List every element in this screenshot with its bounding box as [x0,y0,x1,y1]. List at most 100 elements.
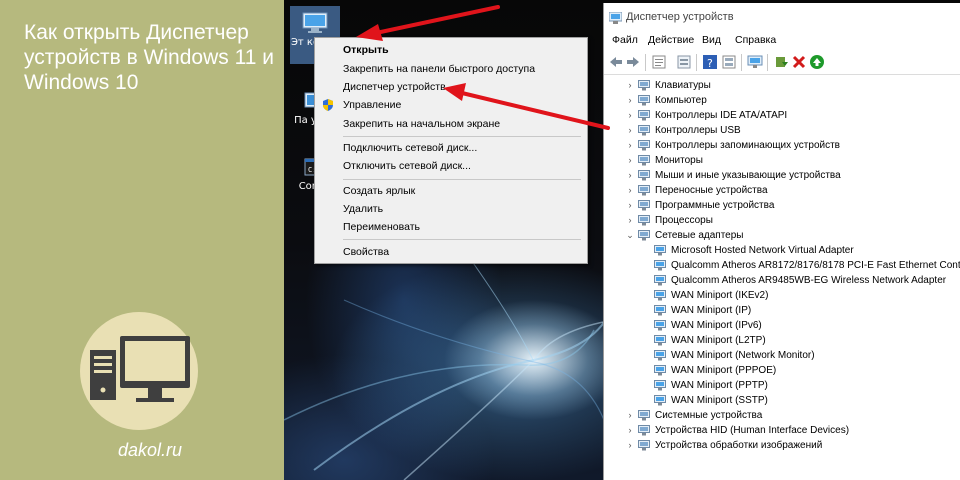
svg-text:?: ? [707,57,713,70]
tree-device[interactable]: WAN Miniport (PPPOE) [604,363,960,378]
network-adapter-icon [654,380,666,391]
tree-category[interactable]: › Контроллеры запоминающих устройств [604,138,960,153]
menu-item-open[interactable]: Открыть [315,41,587,59]
tree-item-label: Процессоры [655,215,713,226]
tree-category[interactable]: › Клавиатуры [604,78,960,93]
tree-category[interactable]: › Процессоры [604,213,960,228]
network-adapter-icon [654,350,666,361]
menu-item-disconnect-network-drive[interactable]: Отключить сетевой диск... [315,157,587,175]
tree-category[interactable]: › Системные устройства [604,408,960,423]
back-icon[interactable] [608,54,624,70]
device-category-icon [638,80,650,91]
tree-item-label: Контроллеры IDE ATA/ATAPI [655,110,788,121]
tree-device[interactable]: WAN Miniport (IPv6) [604,318,960,333]
tree-category[interactable]: › Программные устройства [604,198,960,213]
menu-item-rename[interactable]: Переименовать [315,218,587,236]
tree-item-label: WAN Miniport (IKEv2) [671,290,769,301]
device-category-icon [638,155,650,166]
tree-device[interactable]: WAN Miniport (IKEv2) [604,288,960,303]
menu-item-delete[interactable]: Удалить [315,200,587,218]
menu-item-pin-start[interactable]: Закрепить на начальном экране [315,115,587,133]
tree-item-label: Qualcomm Atheros AR8172/8176/8178 PCI-E … [671,260,960,271]
device-category-icon [638,215,650,226]
network-adapter-icon [654,305,666,316]
network-adapter-icon [654,365,666,376]
help-icon[interactable]: ? [702,54,718,70]
tree-item-label: WAN Miniport (Network Monitor) [671,350,815,361]
tree-category[interactable]: › Контроллеры IDE ATA/ATAPI [604,108,960,123]
window-titlebar[interactable]: Диспетчер устройств [604,3,960,31]
properties-icon[interactable] [651,54,667,70]
chevron-right-icon[interactable]: › [625,138,635,153]
tree-category[interactable]: › Переносные устройства [604,183,960,198]
device-category-icon [638,95,650,106]
menu-action[interactable]: Действие [648,34,694,46]
chevron-right-icon[interactable]: › [625,423,635,438]
tree-device[interactable]: Qualcomm Atheros AR8172/8176/8178 PCI-E … [604,258,960,273]
tree-item-label: Мыши и иные указывающие устройства [655,170,841,181]
tree-category[interactable]: ⌄ Сетевые адаптеры [604,228,960,243]
chevron-right-icon[interactable]: › [625,408,635,423]
tree-category[interactable]: › Контроллеры USB [604,123,960,138]
toolbar-separator [741,54,742,71]
tree-device[interactable]: WAN Miniport (SSTP) [604,393,960,408]
device-category-icon [638,425,650,436]
tree-device[interactable]: Qualcomm Atheros AR9485WB-EG Wireless Ne… [604,273,960,288]
tree-device[interactable]: WAN Miniport (PPTP) [604,378,960,393]
menu-separator [343,136,581,137]
remove-icon[interactable] [791,54,807,70]
tree-item-label: WAN Miniport (IP) [671,305,752,316]
chevron-right-icon[interactable]: › [625,183,635,198]
update-driver-icon[interactable] [773,54,789,70]
list-icon[interactable] [676,54,692,70]
tree-category[interactable]: › Мониторы [604,153,960,168]
chevron-right-icon[interactable]: › [625,123,635,138]
tree-device[interactable]: WAN Miniport (Network Monitor) [604,348,960,363]
chevron-right-icon[interactable]: › [625,198,635,213]
device-category-icon [638,170,650,181]
network-adapter-icon [654,290,666,301]
enable-icon[interactable] [809,54,825,70]
toolbar: ? [604,51,960,75]
menu-separator [343,239,581,240]
network-adapter-icon [654,245,666,256]
tree-item-label: Компьютер [655,95,707,106]
tree-device[interactable]: Microsoft Hosted Network Virtual Adapter [604,243,960,258]
chevron-right-icon[interactable]: › [625,213,635,228]
tree-item-label: Системные устройства [655,410,763,421]
tree-category[interactable]: › Компьютер [604,93,960,108]
menu-item-map-network-drive[interactable]: Подключить сетевой диск... [315,139,587,157]
tree-item-label: Qualcomm Atheros AR9485WB-EG Wireless Ne… [671,275,947,286]
chevron-right-icon[interactable]: › [625,168,635,183]
device-category-icon [638,200,650,211]
tree-category[interactable]: › Устройства HID (Human Interface Devices… [604,423,960,438]
menu-item-pin-quick-access[interactable]: Закрепить на панели быстрого доступа [315,60,587,78]
menu-item-manage[interactable]: Управление [315,96,587,114]
chevron-right-icon[interactable]: › [625,93,635,108]
details-icon[interactable] [721,54,737,70]
monitor-icon[interactable] [747,54,763,70]
chevron-right-icon[interactable]: › [625,78,635,93]
tree-category[interactable]: › Мыши и иные указывающие устройства [604,168,960,183]
tree-device[interactable]: WAN Miniport (L2TP) [604,333,960,348]
chevron-right-icon[interactable]: › [625,108,635,123]
menu-help[interactable]: Справка [735,34,776,46]
tree-device[interactable]: WAN Miniport (IP) [604,303,960,318]
forward-icon[interactable] [625,54,641,70]
chevron-right-icon[interactable]: › [625,153,635,168]
network-adapter-icon [654,320,666,331]
chevron-right-icon[interactable]: › [625,438,635,453]
menu-file[interactable]: Файл [612,34,638,46]
shield-icon [323,99,333,111]
menu-item-create-shortcut[interactable]: Создать ярлык [315,182,587,200]
network-adapter-icon [654,335,666,346]
device-category-icon [638,230,650,241]
menu-view[interactable]: Вид [702,34,721,46]
chevron-down-icon[interactable]: ⌄ [625,228,635,243]
menu-item-device-manager[interactable]: Диспетчер устройств [315,78,587,96]
tree-item-label: Контроллеры USB [655,125,741,136]
menu-item-properties[interactable]: Свойства [315,243,587,261]
menu-item-label: Управление [343,99,402,111]
tree-category[interactable]: › Устройства обработки изображений [604,438,960,453]
network-adapter-icon [654,275,666,286]
